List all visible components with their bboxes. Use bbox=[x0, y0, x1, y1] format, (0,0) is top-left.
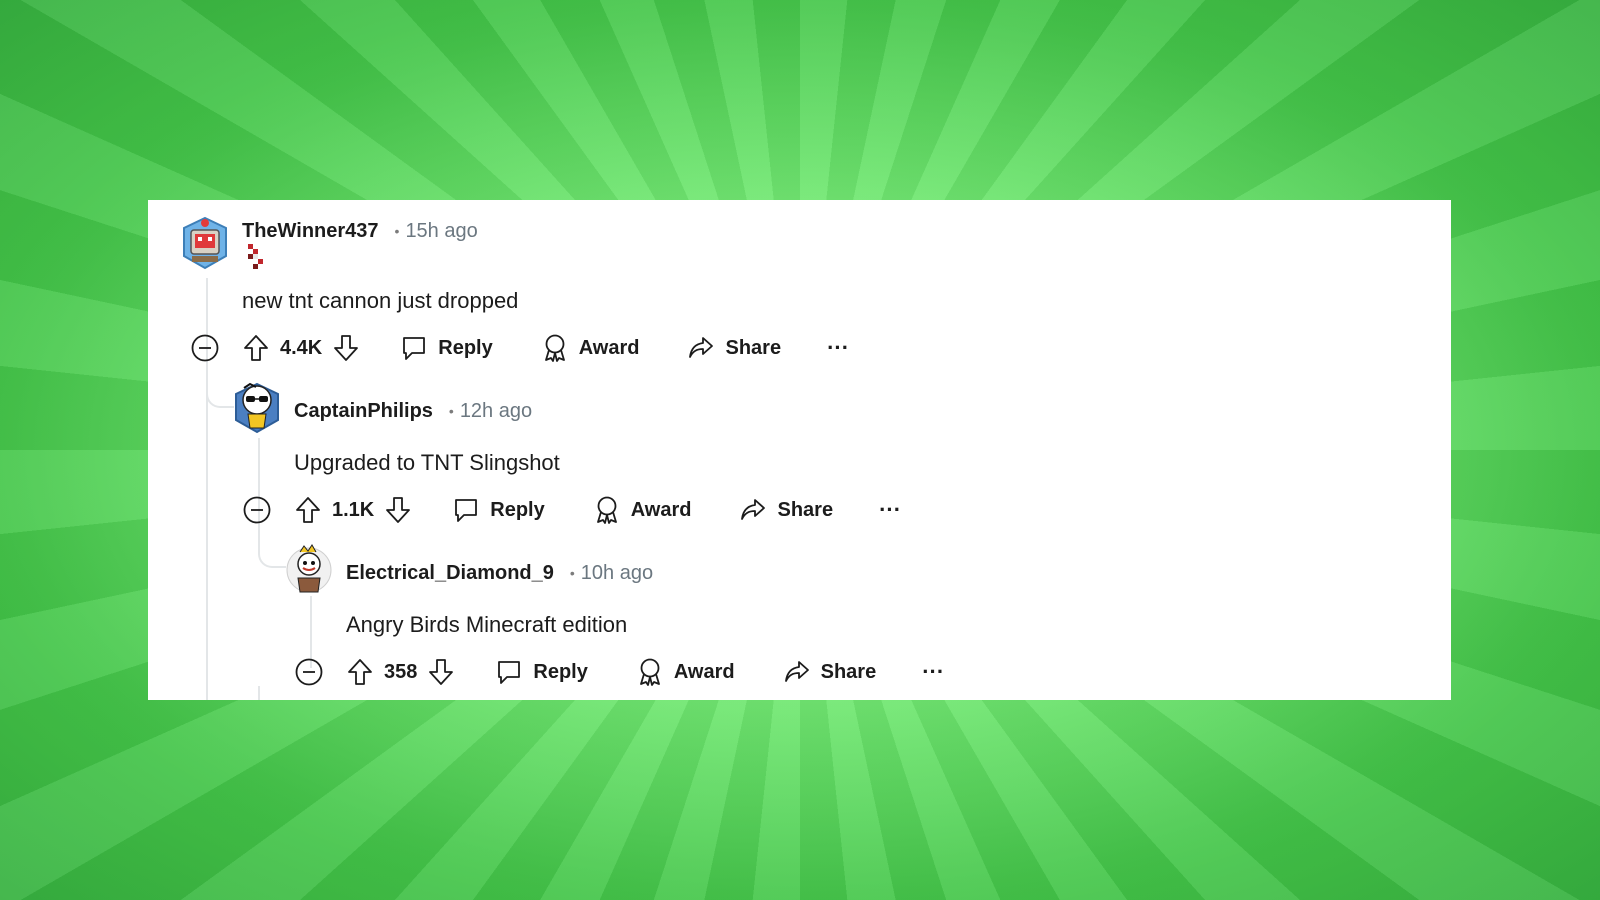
action-bar: 1.1K Reply Award Share ··· bbox=[242, 493, 901, 527]
thread-elbow-level-3 bbox=[258, 530, 286, 568]
vote-count: 1.1K bbox=[332, 498, 375, 521]
reply-icon bbox=[403, 337, 426, 360]
more-options-icon[interactable]: ··· bbox=[827, 337, 849, 359]
reply-icon bbox=[498, 661, 521, 684]
username[interactable]: CaptainPhilips bbox=[294, 400, 433, 423]
award-button[interactable]: Award bbox=[636, 657, 735, 687]
avatar[interactable] bbox=[284, 540, 334, 596]
award-label: Award bbox=[630, 498, 692, 521]
flair-pixel-icon bbox=[248, 244, 263, 269]
share-icon bbox=[741, 499, 766, 520]
comment-header: Electrical_Diamond_9 • 10h ago bbox=[346, 558, 653, 588]
collapse-icon[interactable] bbox=[242, 495, 272, 525]
comment-text: Angry Birds Minecraft edition bbox=[346, 612, 628, 637]
comment-thread: TheWinner437 • 15h ago new tnt cannon ju… bbox=[148, 200, 1451, 700]
comment-header: CaptainPhilips • 12h ago bbox=[294, 396, 532, 426]
reply-label: Reply bbox=[438, 336, 493, 359]
username[interactable]: TheWinner437 bbox=[242, 220, 379, 243]
reply-icon bbox=[455, 499, 478, 522]
share-label: Share bbox=[725, 336, 782, 359]
vote-count: 358 bbox=[384, 660, 418, 683]
username[interactable]: Electrical_Diamond_9 bbox=[346, 562, 554, 585]
thread-line-level-2-lower[interactable] bbox=[258, 686, 260, 700]
action-bar: 358 Reply Award Share ··· bbox=[294, 655, 944, 689]
downvote-icon[interactable] bbox=[427, 657, 455, 687]
upvote-icon[interactable] bbox=[346, 657, 374, 687]
separator-dot: • bbox=[569, 565, 575, 581]
award-icon bbox=[596, 496, 617, 524]
action-bar: 4.4K Reply Award Share ··· bbox=[190, 331, 849, 365]
comment-text: Upgraded to TNT Slingshot bbox=[294, 450, 560, 475]
comment-header: TheWinner437 • 15h ago bbox=[242, 216, 478, 246]
award-icon bbox=[544, 334, 565, 362]
separator-dot: • bbox=[394, 223, 400, 239]
reply-button[interactable]: Reply bbox=[495, 658, 588, 686]
award-button[interactable]: Award bbox=[541, 333, 640, 363]
award-button[interactable]: Award bbox=[593, 495, 692, 525]
timestamp[interactable]: 15h ago bbox=[405, 220, 477, 243]
award-label: Award bbox=[673, 660, 735, 683]
downvote-icon[interactable] bbox=[384, 495, 412, 525]
collapse-icon[interactable] bbox=[190, 333, 220, 363]
avatar[interactable] bbox=[232, 378, 282, 434]
share-icon bbox=[689, 337, 714, 358]
timestamp[interactable]: 10h ago bbox=[581, 562, 653, 585]
share-button[interactable]: Share bbox=[687, 334, 781, 362]
share-button[interactable]: Share bbox=[783, 658, 877, 686]
award-icon bbox=[639, 658, 660, 686]
share-label: Share bbox=[777, 498, 834, 521]
upvote-icon[interactable] bbox=[242, 333, 270, 363]
more-options-icon[interactable]: ··· bbox=[922, 661, 944, 683]
share-label: Share bbox=[820, 660, 877, 683]
reply-button[interactable]: Reply bbox=[400, 334, 493, 362]
thread-elbow-level-2 bbox=[206, 370, 234, 408]
comment-text: new tnt cannon just dropped bbox=[242, 288, 519, 313]
reply-label: Reply bbox=[490, 498, 545, 521]
reply-label: Reply bbox=[533, 660, 588, 683]
avatar[interactable] bbox=[180, 214, 230, 270]
collapse-icon[interactable] bbox=[294, 657, 324, 687]
timestamp[interactable]: 12h ago bbox=[460, 400, 532, 423]
share-icon bbox=[784, 661, 809, 682]
upvote-icon[interactable] bbox=[294, 495, 322, 525]
share-button[interactable]: Share bbox=[739, 496, 833, 524]
reply-button[interactable]: Reply bbox=[452, 496, 545, 524]
vote-count: 4.4K bbox=[280, 336, 323, 359]
separator-dot: • bbox=[448, 403, 454, 419]
more-options-icon[interactable]: ··· bbox=[879, 499, 901, 521]
downvote-icon[interactable] bbox=[332, 333, 360, 363]
award-label: Award bbox=[578, 336, 640, 359]
